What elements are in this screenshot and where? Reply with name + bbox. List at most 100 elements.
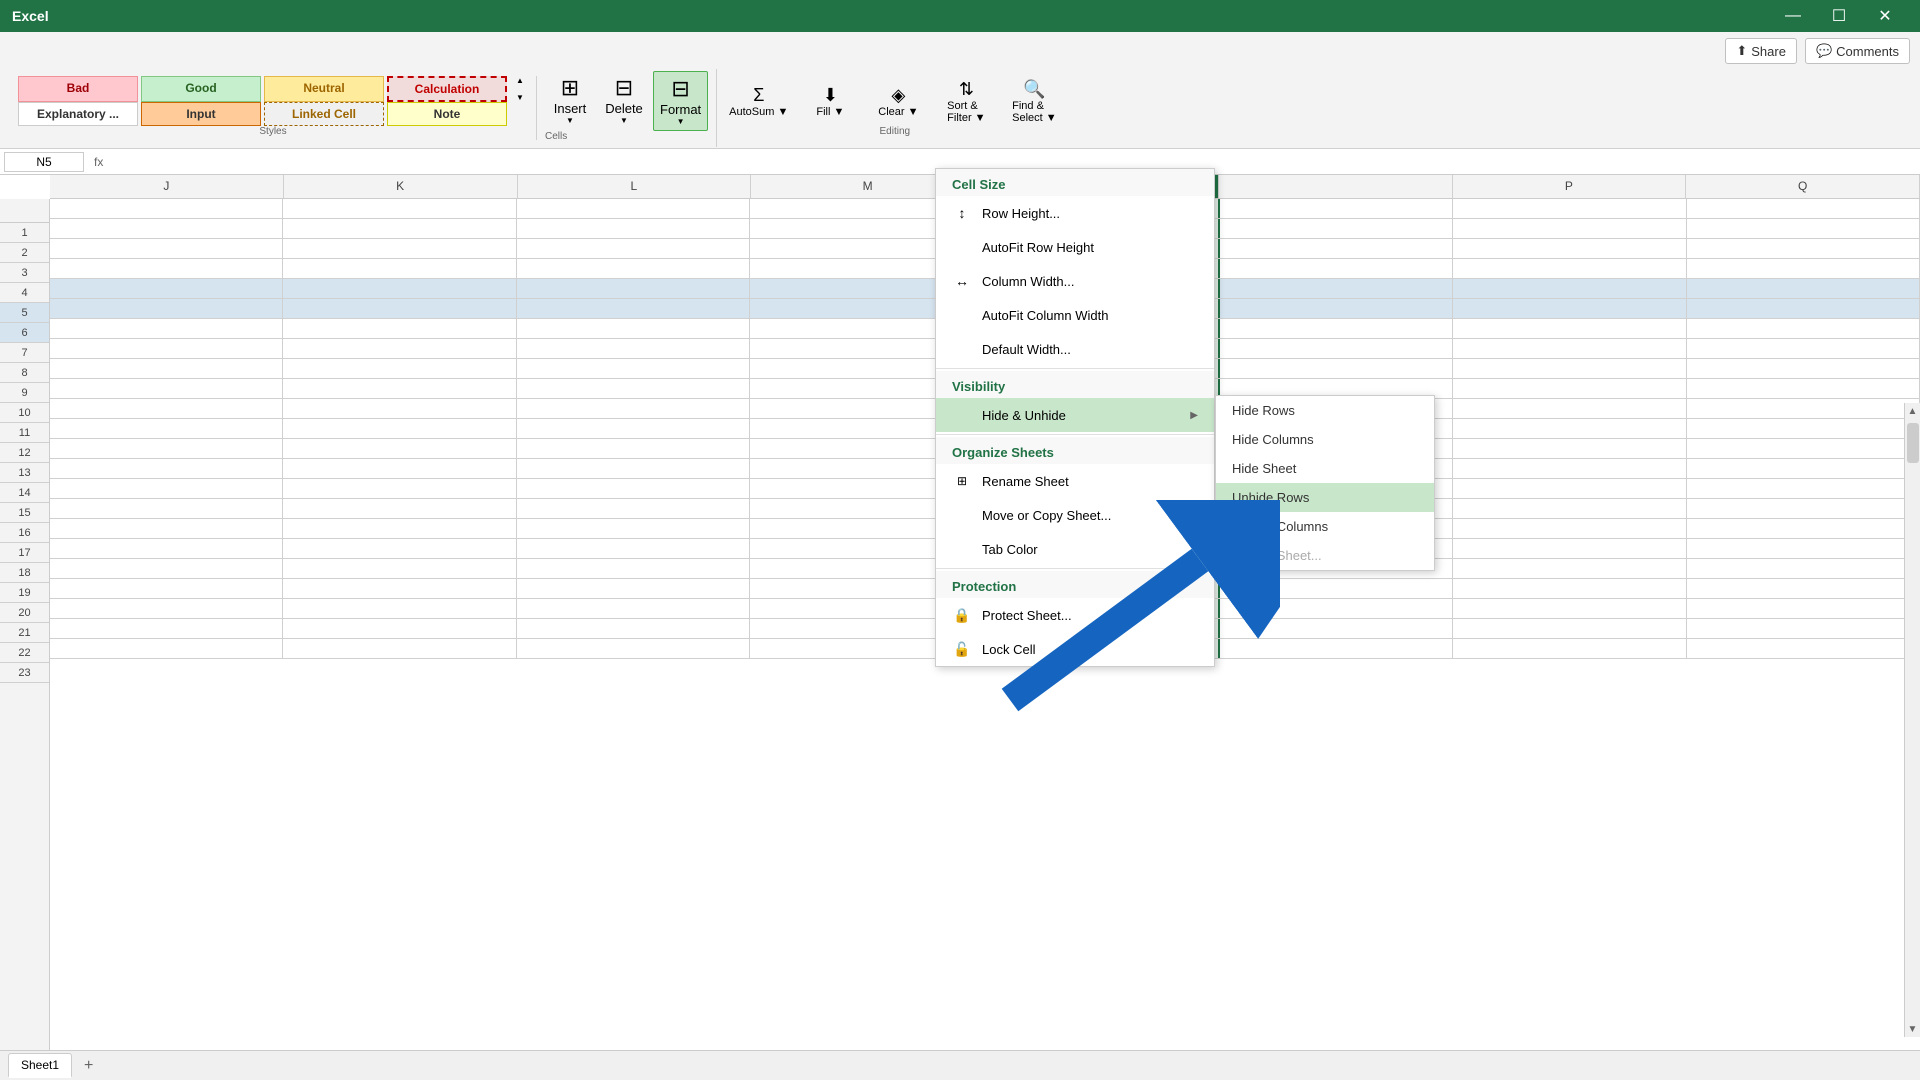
cell-18-1[interactable] <box>283 539 516 558</box>
cell-18-6[interactable] <box>1453 539 1686 558</box>
cell-22-1[interactable] <box>283 619 516 638</box>
style-calculation[interactable]: Calculation <box>387 76 507 102</box>
cell-23-7[interactable] <box>1687 639 1920 658</box>
cell-11-6[interactable] <box>1453 399 1686 418</box>
minimize-button[interactable]: ― <box>1770 0 1816 32</box>
share-button[interactable]: ⬆ Share <box>1725 38 1797 64</box>
cell-9-6[interactable] <box>1453 359 1686 378</box>
cell-6-5[interactable] <box>1220 299 1453 318</box>
menu-autofit-row[interactable]: AutoFit Row Height <box>936 230 1214 264</box>
sheet-tab-sheet1[interactable]: Sheet1 <box>8 1053 72 1078</box>
v-scroll-thumb[interactable] <box>1907 423 1919 463</box>
cell-23-0[interactable] <box>50 639 283 658</box>
cell-13-1[interactable] <box>283 439 516 458</box>
menu-hide-unhide[interactable]: Hide & Unhide ▶ <box>936 398 1214 432</box>
menu-tab-color[interactable]: Tab Color <box>936 532 1214 566</box>
cell-8-2[interactable] <box>517 339 750 358</box>
comments-button[interactable]: 💬 Comments <box>1805 38 1910 64</box>
sort-filter-button[interactable]: ⇅ Sort &Filter ▼ <box>936 77 996 126</box>
menu-rename-sheet[interactable]: ⊞ Rename Sheet <box>936 464 1214 498</box>
cell-5-5[interactable] <box>1220 279 1453 298</box>
cell-16-1[interactable] <box>283 499 516 518</box>
cell-3-0[interactable] <box>50 239 283 258</box>
cell-22-2[interactable] <box>517 619 750 638</box>
col-header-k[interactable]: K <box>284 175 518 198</box>
cell-4-1[interactable] <box>283 259 516 278</box>
add-sheet-button[interactable]: + <box>84 1057 93 1075</box>
cell-8-0[interactable] <box>50 339 283 358</box>
cell-8-1[interactable] <box>283 339 516 358</box>
cell-22-6[interactable] <box>1453 619 1686 638</box>
cell-2-5[interactable] <box>1220 219 1453 238</box>
cell-9-0[interactable] <box>50 359 283 378</box>
cell-21-5[interactable] <box>1220 599 1453 618</box>
cell-17-1[interactable] <box>283 519 516 538</box>
cell-14-1[interactable] <box>283 459 516 478</box>
cell-7-0[interactable] <box>50 319 283 338</box>
cell-2-1[interactable] <box>283 219 516 238</box>
styles-scroll-down[interactable]: ▼ <box>512 93 528 102</box>
col-header-l[interactable]: L <box>518 175 752 198</box>
submenu-unhide-rows[interactable]: Unhide Rows <box>1216 483 1434 512</box>
close-button[interactable]: ✕ <box>1862 0 1908 32</box>
cell-6-7[interactable] <box>1687 299 1920 318</box>
cell-5-6[interactable] <box>1453 279 1686 298</box>
cell-3-7[interactable] <box>1687 239 1920 258</box>
cell-11-1[interactable] <box>283 399 516 418</box>
cell-20-5[interactable] <box>1220 579 1453 598</box>
cell-19-2[interactable] <box>517 559 750 578</box>
style-explanatory[interactable]: Explanatory ... <box>18 102 138 126</box>
cell-1-1[interactable] <box>283 199 516 218</box>
submenu-hide-rows[interactable]: Hide Rows <box>1216 396 1434 425</box>
cell-16-0[interactable] <box>50 499 283 518</box>
cell-15-7[interactable] <box>1687 479 1920 498</box>
styles-scroll-up[interactable]: ▲ <box>512 76 528 85</box>
clear-button[interactable]: ◈ Clear ▼ <box>868 83 928 120</box>
cell-6-1[interactable] <box>283 299 516 318</box>
cell-1-7[interactable] <box>1687 199 1920 218</box>
cell-12-2[interactable] <box>517 419 750 438</box>
cell-3-6[interactable] <box>1453 239 1686 258</box>
style-input[interactable]: Input <box>141 102 261 126</box>
cell-21-7[interactable] <box>1687 599 1920 618</box>
format-button[interactable]: ⊟ Format ▼ <box>653 71 708 131</box>
cell-20-0[interactable] <box>50 579 283 598</box>
cell-21-0[interactable] <box>50 599 283 618</box>
style-good[interactable]: Good <box>141 76 261 102</box>
cell-8-6[interactable] <box>1453 339 1686 358</box>
styles-scrollbar[interactable]: ▲ ▼ <box>512 76 528 102</box>
style-linked[interactable]: Linked Cell <box>264 102 384 126</box>
cell-20-6[interactable] <box>1453 579 1686 598</box>
cell-12-0[interactable] <box>50 419 283 438</box>
cell-23-2[interactable] <box>517 639 750 658</box>
cell-21-1[interactable] <box>283 599 516 618</box>
menu-lock-cell[interactable]: 🔓 Lock Cell <box>936 632 1214 666</box>
cell-14-0[interactable] <box>50 459 283 478</box>
cell-8-5[interactable] <box>1220 339 1453 358</box>
menu-default-width[interactable]: Default Width... <box>936 332 1214 366</box>
cell-16-2[interactable] <box>517 499 750 518</box>
cell-4-2[interactable] <box>517 259 750 278</box>
cell-16-6[interactable] <box>1453 499 1686 518</box>
col-header-j[interactable]: J <box>50 175 284 198</box>
cell-19-6[interactable] <box>1453 559 1686 578</box>
cell-2-0[interactable] <box>50 219 283 238</box>
style-bad[interactable]: Bad <box>18 76 138 102</box>
cell-4-0[interactable] <box>50 259 283 278</box>
cell-15-1[interactable] <box>283 479 516 498</box>
cell-14-7[interactable] <box>1687 459 1920 478</box>
cell-10-0[interactable] <box>50 379 283 398</box>
cell-10-2[interactable] <box>517 379 750 398</box>
cell-23-1[interactable] <box>283 639 516 658</box>
col-header-o[interactable] <box>1219 175 1453 198</box>
cell-5-2[interactable] <box>517 279 750 298</box>
style-note[interactable]: Note <box>387 102 507 126</box>
cell-21-6[interactable] <box>1453 599 1686 618</box>
cell-5-7[interactable] <box>1687 279 1920 298</box>
cell-3-1[interactable] <box>283 239 516 258</box>
cell-9-5[interactable] <box>1220 359 1453 378</box>
cell-9-2[interactable] <box>517 359 750 378</box>
cell-13-7[interactable] <box>1687 439 1920 458</box>
cell-18-0[interactable] <box>50 539 283 558</box>
cell-17-7[interactable] <box>1687 519 1920 538</box>
